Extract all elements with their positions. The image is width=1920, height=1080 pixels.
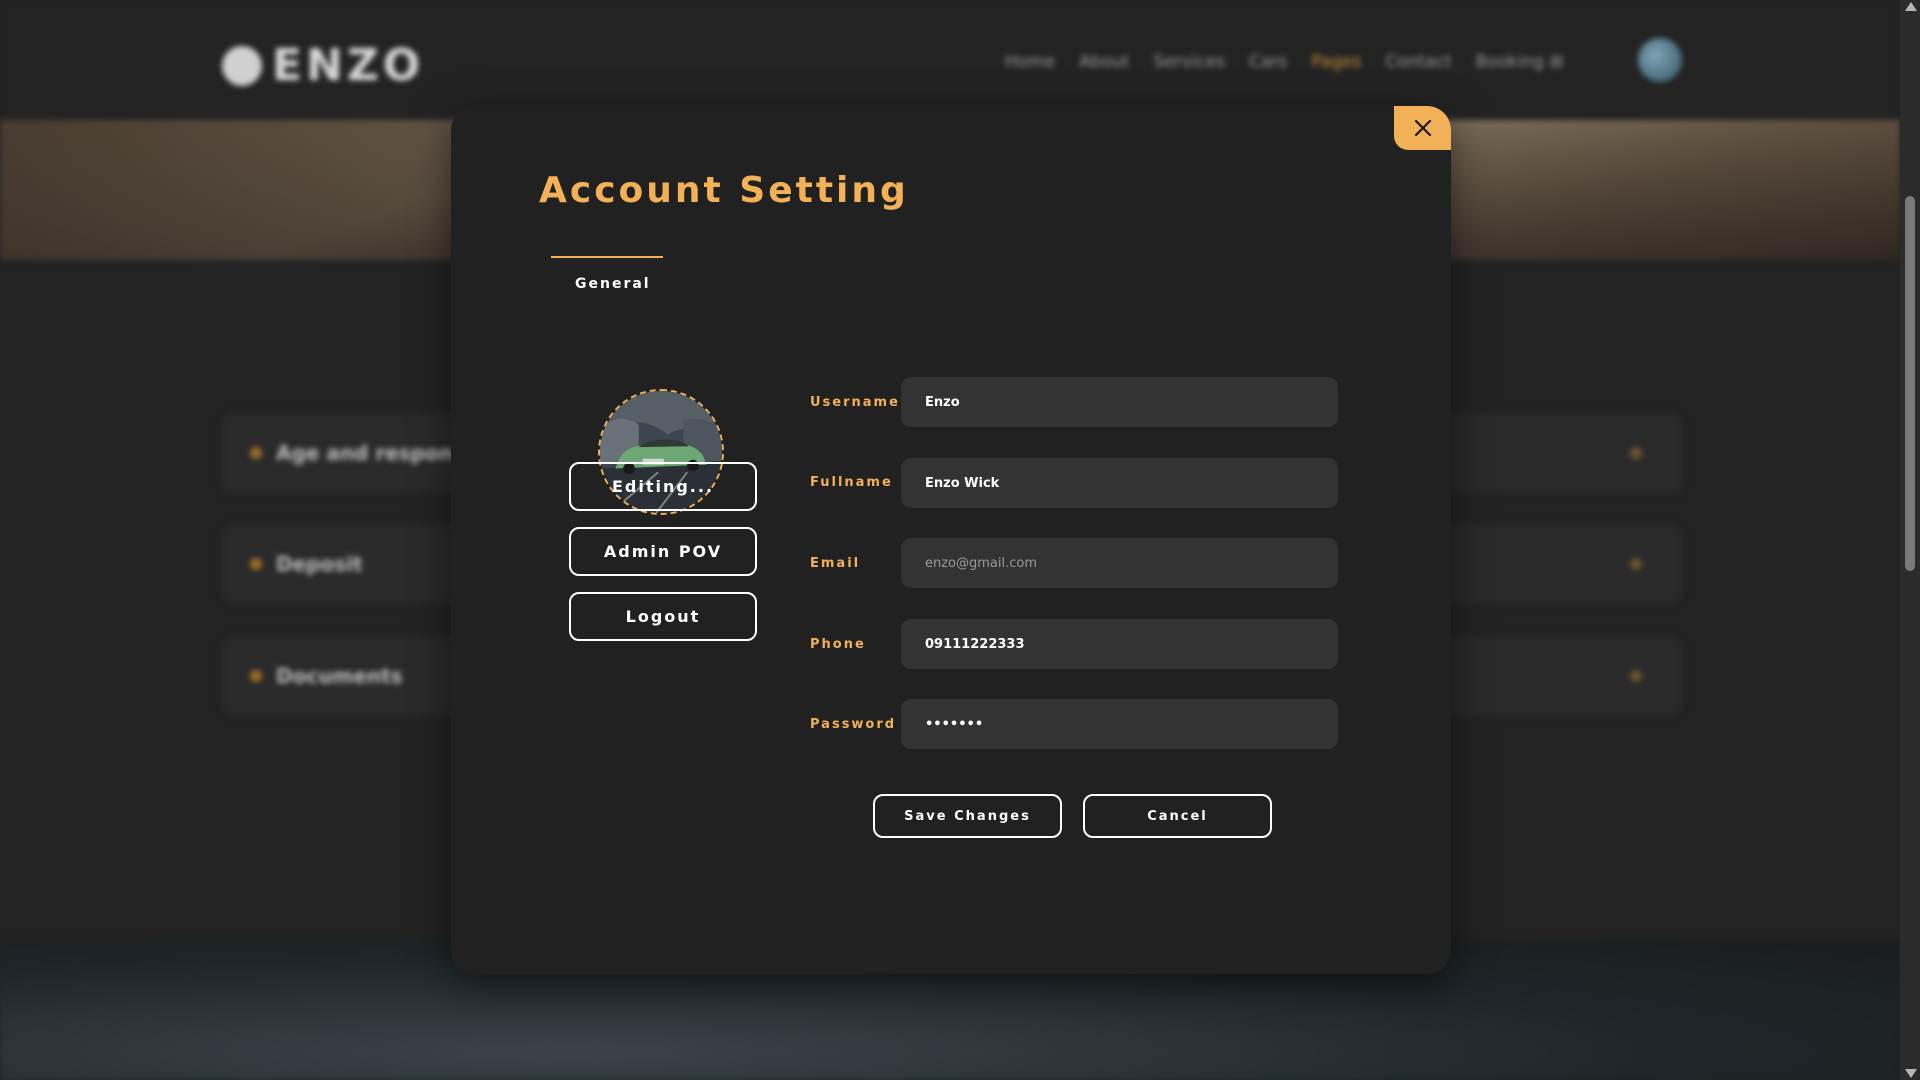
save-changes-button[interactable]: Save Changes (873, 794, 1062, 838)
logout-button[interactable]: Logout (569, 592, 757, 641)
nav-cars[interactable]: Cars (1249, 52, 1287, 72)
bullet-icon (250, 670, 262, 682)
password-label: Password (810, 717, 897, 732)
email-label: Email (810, 556, 861, 571)
faq-row-label: Documents (276, 664, 403, 688)
tab-general[interactable]: General (575, 276, 651, 292)
chevron-icon (1630, 558, 1642, 570)
editing-button[interactable]: Editing... (569, 462, 757, 511)
nav-contact[interactable]: Contact (1385, 52, 1451, 72)
username-label: Username (810, 395, 900, 410)
email-field[interactable] (901, 538, 1338, 588)
nav-about[interactable]: About (1079, 52, 1129, 72)
password-field[interactable] (901, 699, 1338, 749)
logo-text: ENZO (272, 40, 425, 91)
fullname-label: Fullname (810, 475, 893, 490)
cancel-button[interactable]: Cancel (1083, 794, 1272, 838)
bullet-icon (250, 447, 262, 459)
scroll-up-arrow-icon[interactable] (1905, 2, 1917, 11)
username-field[interactable] (901, 377, 1338, 427)
nav-pages[interactable]: Pages (1311, 52, 1361, 72)
scroll-down-arrow-icon[interactable] (1905, 1069, 1917, 1078)
scrollbar-thumb[interactable] (1905, 196, 1915, 571)
phone-field[interactable] (901, 619, 1338, 669)
site-logo[interactable]: ENZO (222, 40, 424, 91)
bullet-icon (250, 558, 262, 570)
admin-pov-button[interactable]: Admin POV (569, 527, 757, 576)
page-scrollbar[interactable] (1900, 0, 1920, 1080)
nav-home[interactable]: Home (1005, 52, 1055, 72)
user-avatar[interactable] (1638, 38, 1682, 82)
logo-icon (222, 45, 262, 86)
fullname-field[interactable] (901, 458, 1338, 508)
tab-active-indicator (551, 256, 663, 258)
chevron-icon (1630, 670, 1642, 682)
close-icon (1414, 119, 1431, 137)
nav-booking[interactable]: Booking ⊞ (1475, 52, 1563, 72)
chevron-icon (1630, 447, 1642, 459)
modal-title: Account Setting (539, 170, 909, 211)
faq-row-label: Deposit (276, 552, 363, 576)
close-button[interactable] (1394, 106, 1451, 150)
phone-label: Phone (810, 637, 866, 652)
main-nav: Home About Services Cars Pages Contact B… (1005, 52, 1564, 72)
account-settings-modal: Account Setting General Editing... Admin… (451, 106, 1451, 974)
nav-services[interactable]: Services (1153, 52, 1225, 72)
